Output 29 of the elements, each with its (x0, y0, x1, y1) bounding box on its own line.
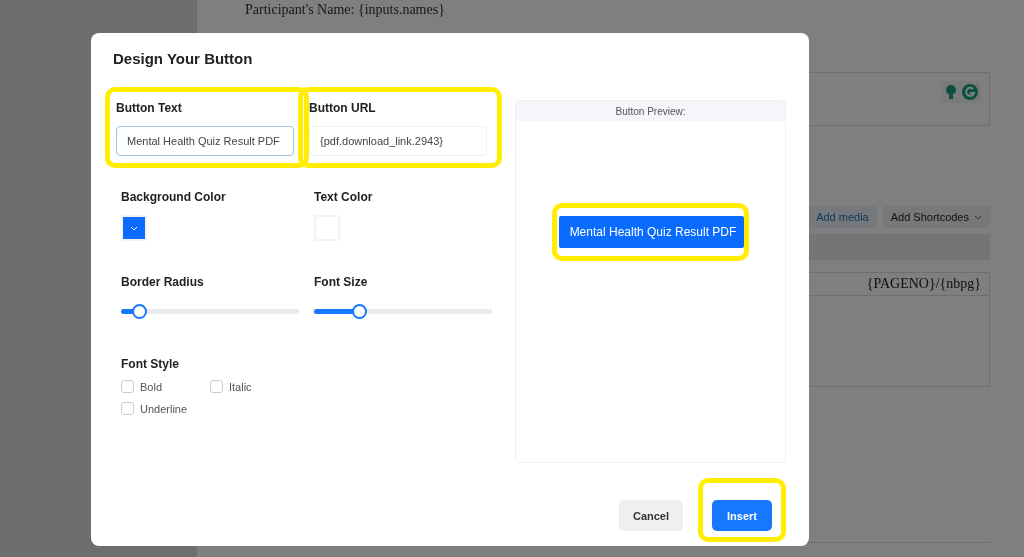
checkbox[interactable] (121, 402, 134, 415)
text-input[interactable]: Mental Health Quiz Result PDF (116, 126, 294, 156)
style-checkbox[interactable]: Italic (210, 380, 299, 393)
style-checkbox[interactable]: Bold (121, 380, 210, 393)
document-text: Participant's Name: {inputs.names} (245, 2, 446, 18)
field-label: Button URL (309, 101, 377, 115)
field-label: Button Text (116, 101, 183, 115)
chevron-icon (974, 214, 982, 220)
text-input[interactable]: {pdf.download_link.2943} (309, 126, 487, 156)
g-logo-icon (962, 84, 978, 100)
color-swatch[interactable] (121, 215, 147, 241)
cancel-button[interactable]: Cancel (618, 500, 684, 531)
slider-thumb[interactable] (131, 304, 147, 319)
field-label: Border Radius (121, 275, 205, 289)
field-label: Font Size (314, 275, 369, 289)
preview-button[interactable]: Mental Health Quiz Result PDF (558, 216, 745, 248)
checkbox[interactable] (210, 380, 223, 393)
preview-header: Button Preview: (516, 101, 785, 121)
insert-button[interactable]: Insert (712, 500, 772, 531)
style-checkbox[interactable]: Underline (121, 402, 210, 415)
checkbox[interactable] (121, 380, 134, 393)
field-label: Background Color (121, 190, 227, 204)
chevron-icon (130, 225, 138, 231)
shortcodes-dropdown[interactable]: Add Shortcodes (882, 206, 990, 228)
dialog-title: Design Your Button (113, 49, 254, 69)
field-label: Text Color (314, 190, 374, 204)
slider-thumb[interactable] (351, 304, 367, 319)
lightbulb-icon (944, 84, 958, 100)
field-label: Font Style (121, 357, 180, 371)
